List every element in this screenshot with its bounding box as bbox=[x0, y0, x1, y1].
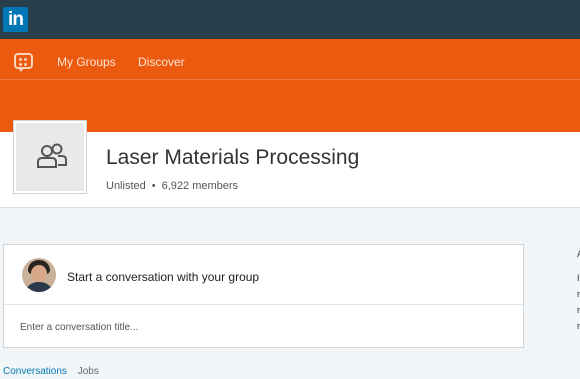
nav-discover[interactable]: Discover bbox=[138, 55, 185, 69]
groups-navigation-bar: My Groups Discover bbox=[0, 39, 580, 132]
group-visibility: Unlisted bbox=[106, 180, 146, 192]
group-logo bbox=[14, 121, 86, 193]
group-people-icon bbox=[37, 143, 67, 168]
top-navigation-bar: in bbox=[0, 0, 580, 39]
avatar bbox=[22, 258, 56, 292]
card-divider bbox=[4, 304, 523, 305]
meta-separator: • bbox=[151, 180, 156, 192]
groups-chat-icon[interactable] bbox=[14, 53, 33, 72]
group-header-card bbox=[0, 132, 580, 208]
nav-divider bbox=[0, 79, 580, 80]
sidebar-clipped-text: I bbox=[577, 273, 580, 283]
group-meta: Unlisted • 6,922 members bbox=[106, 180, 238, 192]
start-conversation-prompt[interactable]: Start a conversation with your group bbox=[67, 270, 259, 284]
conversation-title-input[interactable] bbox=[20, 319, 500, 335]
tab-jobs[interactable]: Jobs bbox=[78, 366, 99, 377]
linkedin-logo[interactable]: in bbox=[3, 7, 28, 32]
nav-my-groups[interactable]: My Groups bbox=[57, 55, 116, 69]
group-title: Laser Materials Processing bbox=[106, 146, 360, 169]
group-member-count[interactable]: 6,922 members bbox=[162, 180, 238, 192]
group-tabs: Conversations Jobs bbox=[3, 366, 107, 377]
tab-conversations[interactable]: Conversations bbox=[3, 366, 67, 377]
start-conversation-card: Start a conversation with your group bbox=[3, 244, 524, 348]
